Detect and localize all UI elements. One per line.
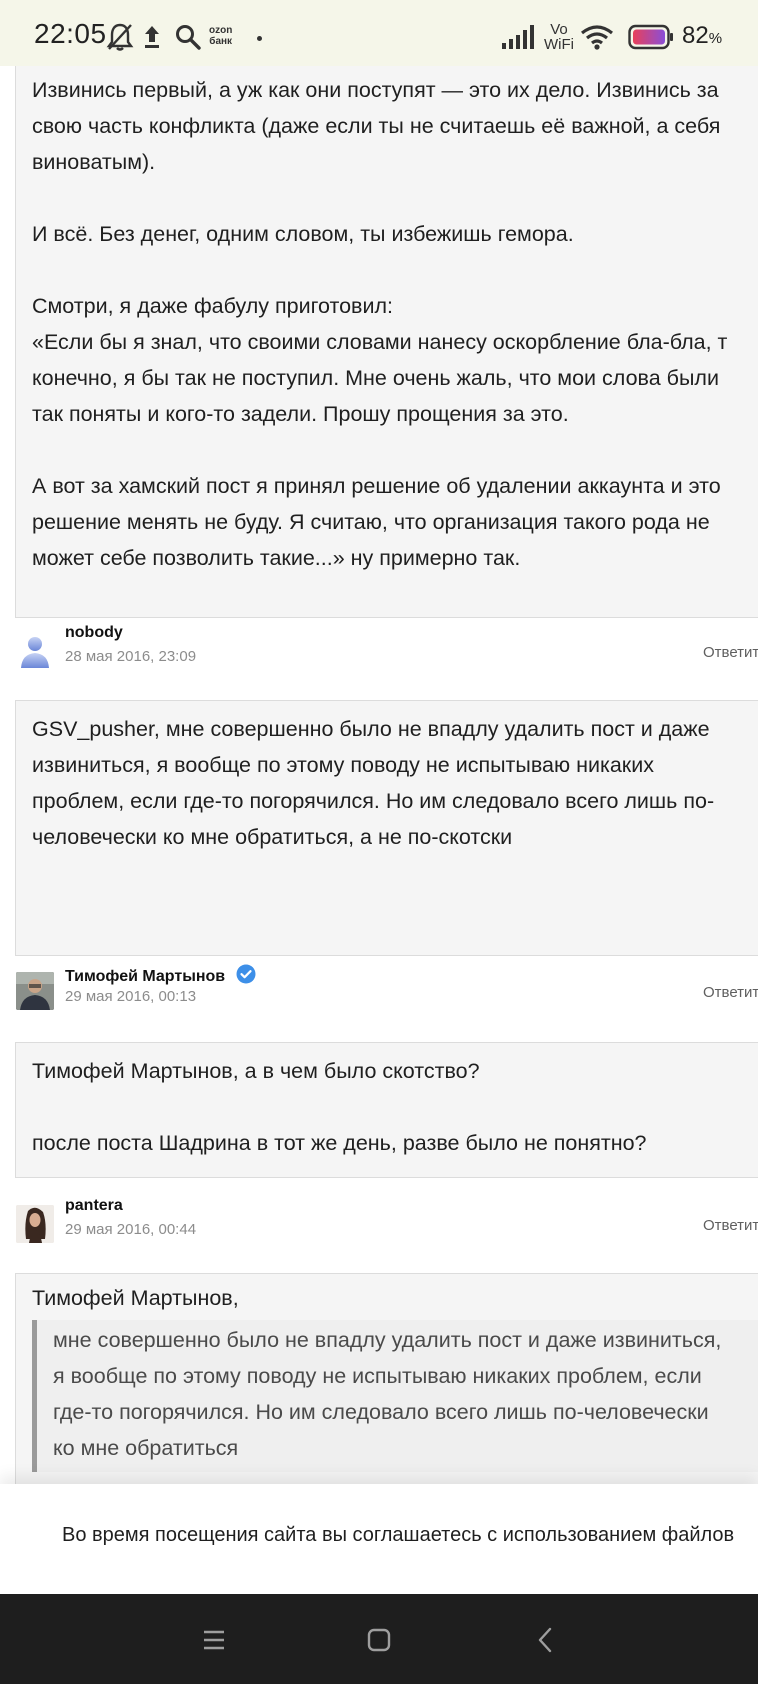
comment-line: так поняты и кого-то задели. Прошу проще…: [32, 402, 569, 426]
vowifi-icon: Vo WiFi: [544, 22, 574, 52]
comment-line: виноватым).: [32, 150, 156, 174]
comment-line: конечно, я бы так не поступил. Мне очень…: [32, 366, 719, 390]
quote-line: я вообще по этому поводу не испытываю ни…: [53, 1364, 702, 1388]
user-photo-icon: [16, 972, 54, 1010]
comment-date: 29 мая 2016, 00:44: [65, 1221, 197, 1238]
quote-block: мне совершенно было не впадлу удалить по…: [32, 1320, 758, 1472]
comment-body: GSV_pusher, мне совершенно было не впадл…: [15, 700, 758, 956]
comment-line: извиниться, я вообще по этому поводу не …: [32, 753, 654, 777]
avatar[interactable]: [16, 632, 54, 670]
back-icon[interactable]: [528, 1622, 564, 1658]
upload-icon: [145, 26, 159, 48]
comment-line: решение менять не буду. Я считаю, что ор…: [32, 510, 710, 534]
reply-link[interactable]: Ответить: [703, 984, 758, 1001]
battery-value: 82: [682, 22, 709, 49]
cookie-banner-text: Во время посещения сайта вы соглашаетесь…: [62, 1524, 735, 1546]
ozon-label-bottom: банк: [209, 36, 233, 47]
battery-icon: [628, 24, 673, 50]
wifi-icon: [581, 25, 613, 50]
comment-line: Тимофей Мартынов,: [32, 1286, 239, 1310]
quote-line: где-то погорячился. Но им следовало всег…: [53, 1400, 709, 1424]
reply-link[interactable]: Ответить: [703, 644, 758, 661]
comment-body: Тимофей Мартынов, мне совершенно было не…: [15, 1273, 758, 1484]
avatar[interactable]: [16, 1205, 54, 1243]
comment-line: Тимофей Мартынов, а в чем было скотство?: [32, 1059, 480, 1083]
author-name-text[interactable]: Тимофей Мартынов: [65, 968, 225, 985]
verified-badge-icon: [236, 964, 256, 984]
ozon-label-top: ozon: [209, 25, 233, 36]
vowifi-bottom: WiFi: [544, 36, 574, 53]
default-user-icon: [21, 637, 49, 668]
ozon-bank-icon: ozon банк: [209, 25, 232, 47]
home-icon[interactable]: [361, 1622, 397, 1658]
dnd-bell-off-icon: [106, 23, 134, 51]
comment-line: свою часть конфликта (даже если ты не сч…: [32, 114, 721, 138]
vowifi-top: Vo: [550, 21, 568, 38]
author-name[interactable]: Тимофей Мартынов: [65, 964, 256, 986]
comment-meta: Тимофей Мартынов 29 мая 2016, 00:13 Отве…: [16, 964, 758, 1016]
comment-body: Извинись первый, а уж как они поступят —…: [15, 66, 758, 618]
cookie-banner[interactable]: Во время посещения сайта вы соглашаетесь…: [0, 1484, 758, 1594]
status-bar: 22:05 ozon банк Vo WiFi 82%: [0, 0, 758, 76]
comment-line: «Если бы я знал, что своими словами нане…: [32, 330, 728, 354]
author-name[interactable]: nobody: [65, 624, 123, 642]
comment-line: проблем, если где-то погорячился. Но им …: [32, 789, 715, 813]
battery-percent: 82%: [682, 22, 722, 50]
comment-date: 28 мая 2016, 23:09: [65, 648, 197, 665]
dot-icon: [257, 36, 262, 41]
battery-suffix: %: [708, 30, 723, 47]
comment-line: GSV_pusher, мне совершенно было не впадл…: [32, 717, 710, 741]
comments-feed[interactable]: Извинись первый, а уж как они поступят —…: [0, 66, 758, 1484]
comment-line: А вот за хамский пост я принял решение о…: [32, 474, 721, 498]
system-nav-bar: [0, 1594, 758, 1684]
avatar[interactable]: [16, 972, 54, 1010]
comment-line: человечески ко мне обратиться, а не по-с…: [32, 825, 513, 849]
comment-body: Тимофей Мартынов, а в чем было скотство?…: [15, 1042, 758, 1178]
signal-icon: [502, 25, 534, 49]
comment-date: 29 мая 2016, 00:13: [65, 988, 197, 1005]
comment-meta: pantera 29 мая 2016, 00:44 Ответить: [16, 1197, 758, 1249]
comment-line: И всё. Без денег, одним словом, ты избеж…: [32, 222, 574, 246]
comment-line: после поста Шадрина в тот же день, разве…: [32, 1131, 647, 1155]
author-name[interactable]: pantera: [65, 1197, 123, 1215]
comment-line: может себе позволить такие...» ну пример…: [32, 546, 521, 570]
search-icon: [176, 25, 201, 50]
user-photo-icon: [16, 1205, 54, 1243]
comment-line: Извинись первый, а уж как они поступят —…: [32, 78, 719, 102]
reply-link[interactable]: Ответить: [703, 1217, 758, 1234]
quote-line: ко мне обратиться: [53, 1436, 239, 1460]
comment-meta: nobody 28 мая 2016, 23:09 Ответить: [16, 624, 758, 676]
quote-line: мне совершенно было не впадлу удалить по…: [53, 1328, 722, 1352]
status-time: 22:05: [34, 18, 107, 49]
menu-icon[interactable]: [196, 1622, 232, 1658]
comment-line: Смотри, я даже фабулу приготовил:: [32, 294, 393, 318]
